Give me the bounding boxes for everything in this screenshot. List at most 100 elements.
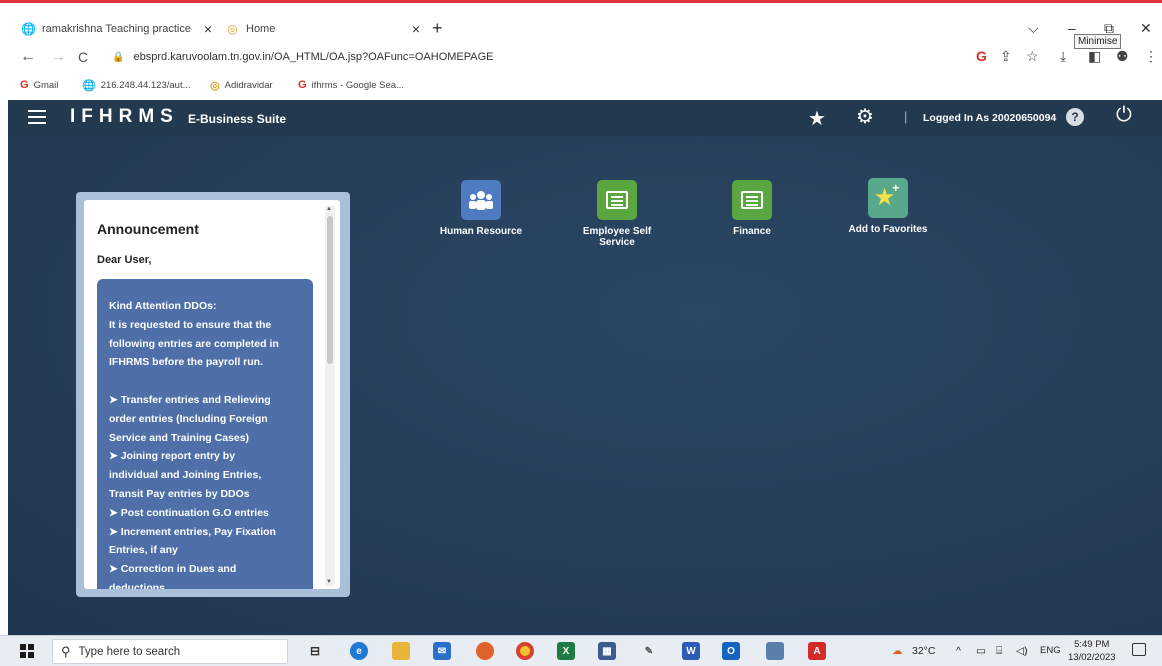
file-explorer-icon[interactable]: [392, 642, 410, 660]
tile-human-resource[interactable]: Human Resource: [426, 180, 536, 237]
browser-chrome: 🌐 ramakrishna Teaching practice-1 × ◎ Ho…: [0, 0, 1162, 100]
battery-icon[interactable]: ▭: [976, 645, 986, 657]
announcement-line: ➤ Correction in Dues and: [109, 563, 237, 576]
bookmarks-bar: G Gmail 🌐 216.248.44.123/aut... ◎ Adidra…: [0, 76, 1162, 96]
taskbar-search-box[interactable]: ⚲ Type here to search: [52, 639, 288, 664]
star-add-icon: ★ +: [868, 178, 908, 218]
taskbar-clock[interactable]: 5:49 PM 13/02/2023: [1068, 638, 1116, 664]
address-bar[interactable]: 🔒 ebsprd.karuvoolam.tn.gov.in/OA_HTML/OA…: [112, 51, 494, 63]
network-icon[interactable]: ⌸: [996, 645, 1002, 658]
excel-icon[interactable]: X: [557, 642, 575, 660]
outlook-icon[interactable]: O: [722, 642, 740, 660]
share-icon[interactable]: ⇪: [1000, 48, 1012, 65]
profile-icon[interactable]: ⚉: [1116, 48, 1129, 65]
bookmark-label: 216.248.44.123/aut...: [100, 80, 191, 91]
announcement-line: following entries are completed in: [109, 337, 279, 350]
hamburger-menu-icon[interactable]: [28, 110, 46, 124]
announcement-title: Announcement: [97, 221, 199, 237]
new-tab-button[interactable]: +: [432, 18, 443, 39]
task-view-icon[interactable]: ⊟: [306, 642, 324, 660]
announcement-line: [109, 372, 301, 391]
brand-logo: IFHRMS: [70, 106, 179, 127]
firefox-icon[interactable]: [476, 642, 494, 660]
tray-chevron-icon[interactable]: ^: [956, 645, 961, 657]
scroll-thumb[interactable]: [327, 216, 333, 364]
edge-icon[interactable]: e: [350, 642, 368, 660]
suite-title: E-Business Suite: [188, 112, 287, 126]
announcement-line: individual and Joining Entries,: [109, 469, 262, 482]
announcement-line: deductions: [109, 581, 166, 589]
tile-label: Employee Self Service: [582, 226, 652, 248]
favorites-star-icon[interactable]: ★: [808, 106, 826, 131]
oracle-icon: ◎: [210, 80, 220, 92]
close-window-button[interactable]: ✕: [1140, 20, 1152, 37]
google-icon: G: [298, 79, 307, 91]
acrobat-icon[interactable]: A: [808, 642, 826, 660]
tab-title: ramakrishna Teaching practice-1: [42, 23, 192, 35]
bookmark-ip[interactable]: 🌐 216.248.44.123/aut...: [82, 79, 191, 92]
announcement-line: Service and Training Cases): [109, 431, 250, 444]
scroll-up-icon[interactable]: ▲: [326, 206, 332, 212]
document-icon: [597, 180, 637, 220]
tab-search-chevron-icon[interactable]: ⌵: [1028, 20, 1039, 37]
reload-button[interactable]: C: [78, 49, 88, 65]
tab-close-icon[interactable]: ×: [204, 21, 212, 37]
tile-label: Add to Favorites: [848, 224, 928, 235]
search-icon: ⚲: [61, 643, 71, 659]
weather-temp[interactable]: 32°C: [912, 645, 935, 657]
notification-icon[interactable]: [1132, 643, 1146, 656]
announcement-line: IFHRMS before the payroll run.: [109, 356, 264, 369]
clock-date: 13/02/2023: [1068, 652, 1116, 663]
volume-icon[interactable]: ◁): [1016, 645, 1028, 657]
bookmark-ifhrms-search[interactable]: G ifhrms - Google Sea...: [298, 79, 404, 91]
tile-label: Human Resource: [439, 226, 523, 237]
tab-title: Home: [246, 23, 276, 35]
google-lens-icon[interactable]: G: [976, 48, 987, 64]
weather-icon: ☁: [892, 645, 903, 657]
download-icon[interactable]: ⤓: [1060, 48, 1066, 65]
logged-in-user: Logged In As 20020650094: [923, 112, 1057, 124]
help-icon[interactable]: ?: [1066, 108, 1084, 126]
word-icon[interactable]: W: [682, 642, 700, 660]
clock-time: 5:49 PM: [1074, 639, 1110, 650]
announcement-line: Transit Pay entries by DDOs: [109, 487, 250, 500]
tile-finance[interactable]: Finance: [697, 180, 807, 237]
calculator-icon[interactable]: ▦: [598, 642, 616, 660]
tab-home[interactable]: ◎ Home ×: [226, 16, 426, 42]
lock-icon: 🔒: [112, 52, 125, 63]
language-indicator[interactable]: ENG: [1040, 645, 1061, 656]
announcement-content: Announcement Dear User, Kind Attention D…: [84, 200, 340, 589]
sidepanel-icon[interactable]: ◧: [1088, 48, 1101, 65]
menu-kebab-icon[interactable]: ⋮: [1144, 48, 1158, 65]
announcement-scrollbar[interactable]: ▲ ▼: [325, 206, 335, 586]
tab-close-icon[interactable]: ×: [412, 21, 420, 37]
bookmark-adidravidar[interactable]: ◎ Adidravidar: [210, 79, 273, 92]
bookmark-label: ifhrms - Google Sea...: [311, 79, 404, 91]
chrome-icon[interactable]: [516, 642, 534, 660]
scroll-down-icon[interactable]: ▼: [326, 579, 332, 585]
logout-power-icon[interactable]: ⏻: [1116, 104, 1132, 127]
search-placeholder: Type here to search: [78, 645, 181, 658]
windows-taskbar: ⚲ Type here to search ⊟ e ✉ X ▦ ✎ W O A …: [0, 635, 1162, 666]
forward-button[interactable]: →: [50, 48, 66, 66]
announcement-greeting: Dear User,: [97, 254, 152, 266]
paint-icon[interactable]: ✎: [640, 642, 658, 660]
back-button[interactable]: ←: [20, 48, 36, 66]
bookmark-star-icon[interactable]: ☆: [1026, 48, 1039, 65]
oracle-icon: ◎: [227, 22, 238, 36]
bookmark-label: Gmail: [33, 79, 59, 91]
tile-employee-self-service[interactable]: Employee Self Service: [562, 180, 672, 248]
announcement-line: ➤ Transfer entries and Relieving: [109, 393, 271, 406]
navigation-bar: ← → C 🔒 ebsprd.karuvoolam.tn.gov.in/OA_H…: [0, 44, 1162, 72]
tab-teaching-practice[interactable]: 🌐 ramakrishna Teaching practice-1 ×: [21, 16, 218, 42]
ifhrms-app: IFHRMS E-Business Suite ★ ⚙ | Logged In …: [8, 100, 1162, 635]
mail-icon[interactable]: ✉: [433, 642, 451, 660]
app-icon[interactable]: [766, 642, 784, 660]
windows-start-icon[interactable]: [20, 644, 34, 658]
tile-add-to-favorites[interactable]: ★ + Add to Favorites: [833, 178, 943, 235]
announcement-line: order entries (Including Foreign: [109, 412, 268, 425]
announcement-line: It is requested to ensure that the: [109, 318, 272, 331]
settings-gear-icon[interactable]: ⚙: [856, 104, 874, 129]
announcement-line: Kind Attention DDOs:: [109, 300, 217, 312]
bookmark-gmail[interactable]: G Gmail: [20, 79, 58, 91]
